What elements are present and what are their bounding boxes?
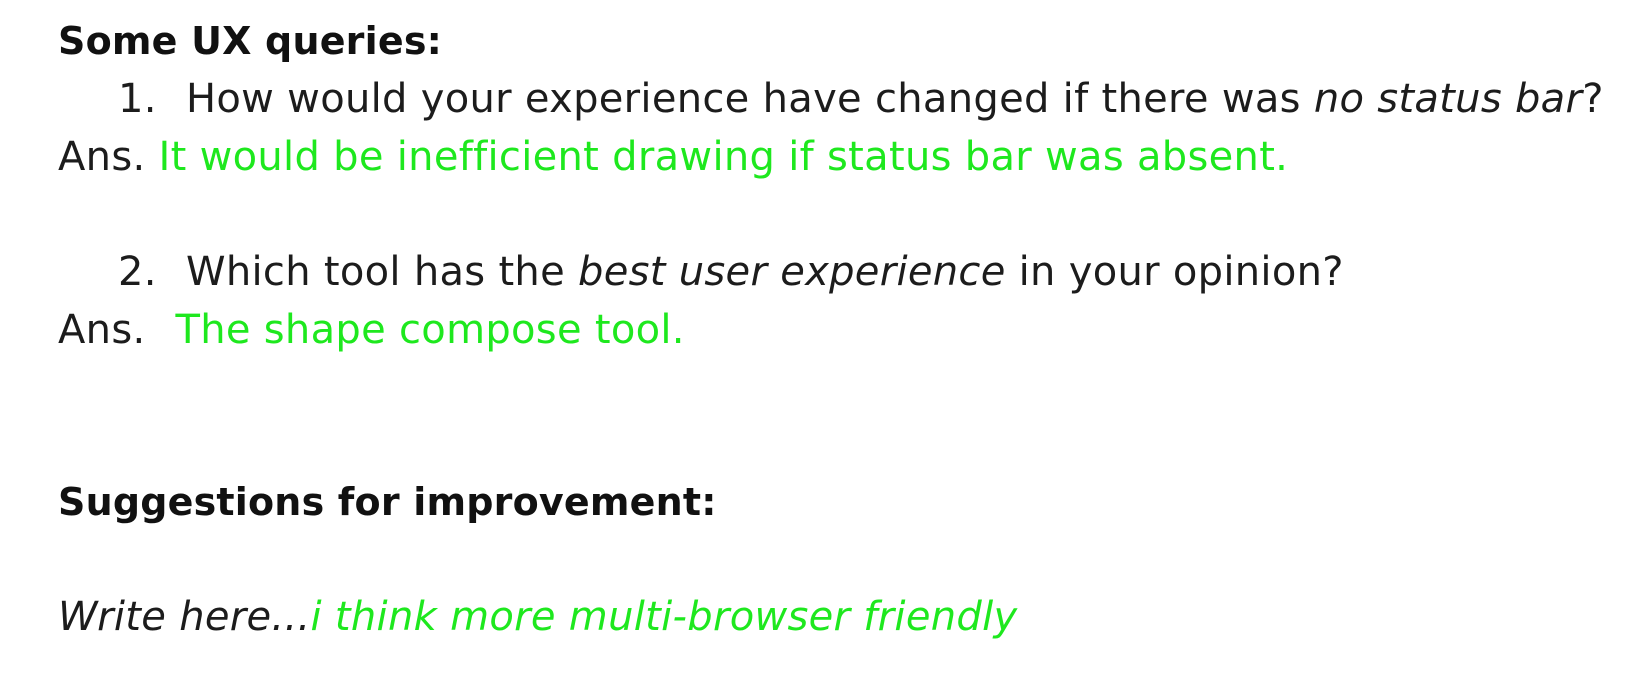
question-2-text-end: in your opinion?	[1005, 249, 1344, 295]
suggestion-entry: Write here...i think more multi-browser …	[58, 597, 1017, 637]
question-2-text: Which tool has the	[186, 249, 579, 295]
question-1-emphasis: no status bar	[1313, 76, 1583, 122]
ux-queries-heading: Some UX queries:	[58, 19, 443, 63]
answer-1-text[interactable]: It would be inefficient drawing if statu…	[159, 134, 1289, 180]
answer-1-prefix: Ans.	[58, 134, 146, 180]
answer-2-prefix: Ans.	[58, 307, 146, 353]
question-2-emphasis: best user experience	[578, 249, 1006, 295]
document-page: Some UX queries: 1. How would your experi…	[0, 0, 1627, 688]
suggestions-heading: Suggestions for improvement:	[58, 480, 717, 524]
question-1-text-end: ?	[1582, 76, 1604, 122]
question-1-number: 1.	[118, 76, 157, 122]
suggestion-answer-text[interactable]: i think more multi-browser friendly	[310, 594, 1017, 640]
question-2: 2. Which tool has the best user experienc…	[118, 252, 1344, 292]
answer-2: Ans. The shape compose tool.	[58, 310, 685, 350]
answer-1: Ans. It would be inefficient drawing if …	[58, 137, 1288, 177]
question-1-text: How would your experience have changed i…	[186, 76, 1314, 122]
write-here-prompt: Write here...	[58, 594, 311, 640]
question-2-number: 2.	[118, 249, 157, 295]
question-1: 1. How would your experience have changed…	[118, 79, 1604, 119]
answer-2-text[interactable]: The shape compose tool.	[175, 307, 684, 353]
